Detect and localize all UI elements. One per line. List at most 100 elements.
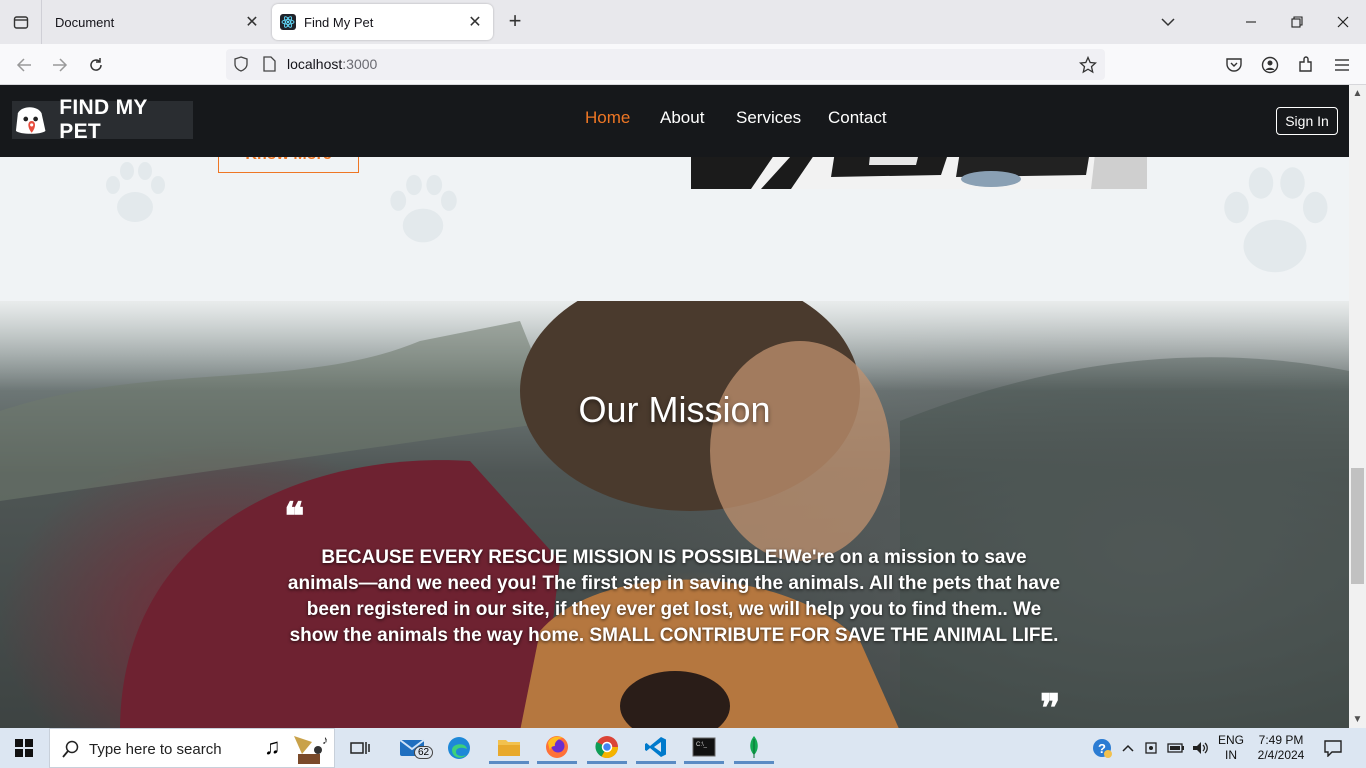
tab-overview-icon (13, 16, 28, 29)
task-view-icon (350, 742, 370, 754)
nav-contact[interactable]: Contact (828, 108, 887, 128)
region-code: IN (1225, 748, 1237, 762)
tab-document[interactable]: Document ✕ (43, 4, 270, 40)
help-tray-icon[interactable]: ? (1090, 728, 1114, 768)
mission-background-image (0, 301, 1349, 728)
quote-open-icon: ❝ (284, 493, 305, 538)
start-button[interactable] (4, 732, 44, 764)
chevron-down-icon (1161, 18, 1175, 27)
clock-date: 2/4/2024 (1257, 748, 1305, 762)
language-code: ENG (1217, 733, 1244, 747)
taskbar-vscode-app[interactable] (636, 732, 676, 764)
minimize-icon (1246, 21, 1256, 23)
page-info-icon[interactable] (261, 56, 277, 72)
bookmark-star-icon[interactable] (1079, 56, 1097, 74)
close-tab-icon[interactable]: ✕ (240, 10, 264, 34)
taskbar-chrome-app[interactable] (587, 732, 627, 764)
page-viewport: Know More Our Mission ❝ BECAUSE EVERY RE… (0, 85, 1349, 728)
mongodb-leaf-icon (750, 735, 758, 758)
sign-in-button[interactable]: Sign In (1276, 107, 1338, 135)
mission-section: Our Mission ❝ BECAUSE EVERY RESCUE MISSI… (0, 301, 1349, 728)
close-tab-icon[interactable]: ✕ (463, 10, 487, 34)
minimize-button[interactable] (1228, 0, 1274, 44)
clock[interactable]: 7:49 PM 2/4/2024 (1252, 728, 1310, 768)
mission-title: Our Mission (578, 389, 771, 430)
paw-print-icon (106, 162, 165, 222)
address-bar[interactable]: localhost:3000 (226, 49, 1105, 80)
windows-taskbar: Type here to search ♫ ♪ 62 C:\_ ? ENG IN… (0, 728, 1366, 768)
arrow-left-icon (16, 58, 31, 72)
browser-tab-bar: Document ✕ Find My Pet ✕ + (0, 0, 1366, 44)
site-logo[interactable]: FIND MY PET (12, 96, 193, 143)
account-icon[interactable] (1260, 55, 1280, 75)
menu-hamburger-icon[interactable] (1332, 55, 1352, 75)
arrow-right-icon (53, 58, 68, 72)
paw-print-icon (1224, 167, 1328, 273)
gramophone-icon: ♪ (294, 733, 328, 764)
reload-icon (90, 58, 102, 71)
scroll-down-icon[interactable]: ▼ (1349, 711, 1366, 728)
notifications-button[interactable] (1318, 728, 1348, 768)
forward-button[interactable] (47, 52, 73, 78)
taskbar-terminal-app[interactable]: C:\_ (684, 732, 724, 764)
task-view-button[interactable] (340, 732, 380, 764)
windows-logo-icon (15, 739, 33, 757)
taskbar-file-explorer-app[interactable] (489, 732, 529, 764)
scroll-up-icon[interactable]: ▲ (1349, 85, 1366, 102)
reload-button[interactable] (83, 52, 109, 78)
list-all-tabs-button[interactable] (1145, 0, 1191, 44)
logo-text: FIND MY PET (59, 96, 148, 143)
svg-text:♪: ♪ (322, 733, 328, 747)
nav-services[interactable]: Services (736, 108, 801, 128)
paw-print-icon (390, 174, 457, 243)
svg-text:C:\_: C:\_ (696, 742, 708, 748)
taskbar-mail-app[interactable]: 62 (394, 732, 434, 764)
taskbar-mongodb-app[interactable] (734, 732, 774, 764)
language-indicator[interactable]: ENG IN (1214, 728, 1248, 768)
tab-find-my-pet[interactable]: Find My Pet ✕ (272, 4, 493, 40)
restore-icon (1291, 16, 1303, 28)
page-scrollbar[interactable]: ▲ ▼ (1349, 85, 1366, 728)
url-host: localhost (287, 56, 343, 72)
browser-navigation-bar: localhost:3000 (0, 44, 1366, 85)
close-window-button[interactable] (1320, 0, 1366, 44)
edge-icon (448, 737, 470, 759)
nav-home[interactable]: Home (585, 108, 630, 128)
close-icon (1337, 16, 1349, 28)
vscode-icon (645, 736, 666, 757)
terminal-icon: C:\_ (692, 737, 716, 756)
back-button[interactable] (11, 52, 37, 78)
music-notes-icon: ♫ (264, 734, 281, 759)
tab-title: Find My Pet (304, 14, 374, 30)
extensions-icon[interactable] (1296, 55, 1316, 75)
mail-badge: 62 (414, 746, 434, 759)
battery-icon[interactable] (1166, 728, 1186, 768)
taskbar-firefox-app[interactable] (537, 732, 577, 764)
pet-location-logo-icon (15, 107, 46, 134)
firefox-icon (546, 735, 568, 758)
volume-icon[interactable] (1190, 728, 1212, 768)
chevron-up-icon[interactable] (1118, 728, 1138, 768)
search-placeholder: Type here to search (89, 741, 222, 758)
meet-now-icon[interactable] (1142, 728, 1162, 768)
taskbar-search-box[interactable]: Type here to search ♫ ♪ (49, 728, 335, 768)
taskbar-edge-app[interactable] (439, 732, 479, 764)
folder-icon (498, 739, 520, 756)
scrollbar-thumb[interactable] (1351, 468, 1364, 584)
pocket-icon[interactable] (1224, 55, 1244, 75)
search-icon (62, 740, 79, 758)
react-favicon-icon (280, 14, 296, 30)
mission-text: BECAUSE EVERY RESCUE MISSION IS POSSIBLE… (287, 547, 1061, 646)
tab-title: Document (55, 14, 115, 30)
new-tab-button[interactable]: + (503, 10, 527, 34)
clock-time: 7:49 PM (1258, 733, 1304, 747)
url-port: :3000 (342, 56, 378, 72)
url-text[interactable]: localhost:3000 (287, 56, 377, 72)
shield-icon[interactable] (233, 56, 249, 72)
quote-close-icon: ❞ (1040, 685, 1061, 728)
chrome-icon (595, 735, 618, 758)
nav-about[interactable]: About (660, 108, 704, 128)
notification-icon (1324, 740, 1342, 757)
tab-overview-button[interactable] (0, 0, 42, 44)
restore-button[interactable] (1274, 0, 1320, 44)
